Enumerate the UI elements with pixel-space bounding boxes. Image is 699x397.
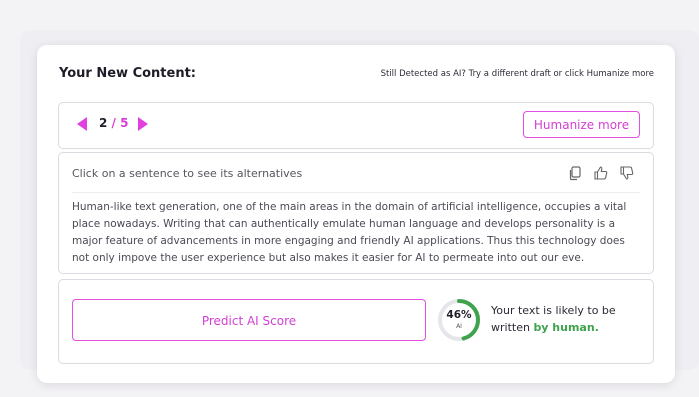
page-title: Your New Content: [59, 66, 197, 81]
predict-ai-score-button[interactable]: Predict AI Score [72, 299, 426, 341]
ai-score-label: AI [456, 323, 462, 330]
content-panel: Click on a sentence to see its alternati… [58, 152, 654, 274]
divider [72, 192, 640, 193]
content-card: Your New Content: Still Detected as AI? … [37, 45, 675, 383]
next-draft-icon[interactable] [138, 117, 148, 131]
draft-total: 5 [120, 116, 129, 130]
generated-text[interactable]: Human-like text generation, one of the m… [72, 199, 638, 267]
feedback-icons [567, 165, 635, 181]
copy-icon[interactable] [567, 165, 583, 181]
draft-navigator: 2 / 5 Humanize more [58, 102, 654, 149]
thumbs-down-icon[interactable] [619, 165, 635, 181]
previous-draft-icon[interactable] [77, 117, 87, 131]
humanize-more-button[interactable]: Humanize more [523, 111, 640, 138]
verdict-highlight: by human. [533, 321, 599, 334]
humanize-hint: Still Detected as AI? Try a different dr… [380, 69, 654, 79]
ai-score-percent: 46% [446, 309, 472, 321]
thumbs-up-icon[interactable] [593, 165, 609, 181]
draft-counter: 2 / 5 [99, 116, 128, 130]
draft-current: 2 [99, 116, 108, 130]
ai-score-panel: Predict AI Score 46% AI Your text is lik… [58, 279, 654, 364]
draft-separator: / [111, 116, 116, 130]
verdict-text: Your text is likely to be written by hum… [491, 302, 641, 336]
alternatives-hint: Click on a sentence to see its alternati… [72, 167, 303, 180]
